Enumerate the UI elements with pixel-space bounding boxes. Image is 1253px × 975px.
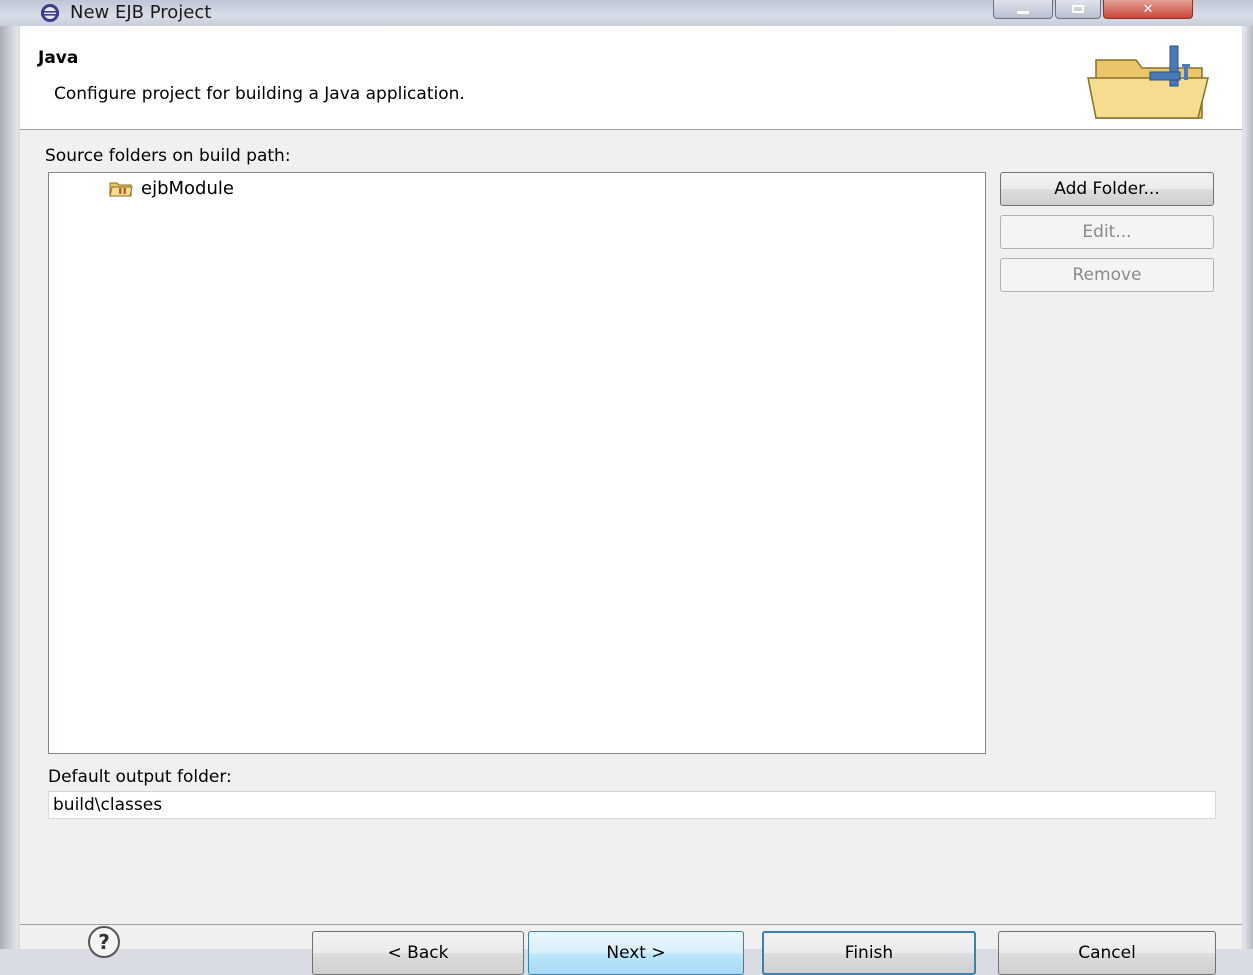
maximize-button[interactable] bbox=[1055, 0, 1101, 19]
output-folder-field[interactable]: build\classes bbox=[48, 791, 1216, 819]
list-item-label: ejbModule bbox=[141, 177, 234, 199]
window-controls: ✕ bbox=[993, 0, 1193, 19]
next-button[interactable]: Next > bbox=[528, 931, 744, 975]
finish-button[interactable]: Finish bbox=[762, 931, 976, 975]
page-title: Java bbox=[38, 48, 79, 68]
java-folder-wizard-icon bbox=[1087, 45, 1209, 119]
wizard-dialog: Java Configure project for building a Ja… bbox=[20, 26, 1242, 975]
help-icon[interactable]: ? bbox=[86, 924, 122, 960]
cancel-button[interactable]: Cancel bbox=[998, 931, 1216, 975]
edit-button[interactable]: Edit... bbox=[1000, 215, 1214, 249]
source-folders-list[interactable]: ejbModule bbox=[48, 172, 986, 754]
minimize-icon bbox=[1017, 10, 1029, 14]
close-icon: ✕ bbox=[1142, 1, 1154, 17]
package-folder-icon bbox=[109, 182, 133, 197]
page-description: Configure project for building a Java ap… bbox=[54, 84, 465, 104]
svg-text:?: ? bbox=[98, 930, 110, 954]
window-frame-left bbox=[0, 0, 18, 949]
window-frame-right bbox=[1243, 0, 1253, 949]
window-title: New EJB Project bbox=[70, 2, 212, 23]
minimize-button[interactable] bbox=[993, 0, 1053, 19]
eclipse-app-icon bbox=[41, 4, 59, 22]
back-button[interactable]: < Back bbox=[312, 931, 524, 975]
add-folder-button[interactable]: Add Folder... bbox=[1000, 172, 1214, 206]
close-button[interactable]: ✕ bbox=[1103, 0, 1193, 19]
remove-button[interactable]: Remove bbox=[1000, 258, 1214, 292]
source-folders-label: Source folders on build path: bbox=[45, 146, 291, 166]
maximize-icon bbox=[1072, 5, 1084, 13]
footer-separator bbox=[20, 924, 1242, 925]
wizard-banner: Java Configure project for building a Ja… bbox=[20, 26, 1242, 130]
output-folder-label: Default output folder: bbox=[48, 767, 232, 787]
list-item[interactable]: ejbModule bbox=[109, 177, 234, 199]
title-bar[interactable]: New EJB Project ✕ bbox=[0, 0, 1253, 26]
